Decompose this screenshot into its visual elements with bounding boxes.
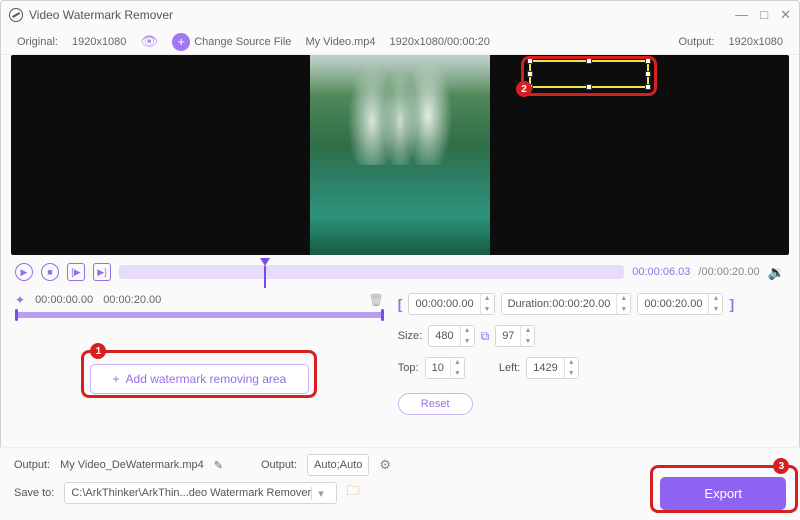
minimize-button[interactable]: —	[735, 7, 748, 23]
output-name-label: Output:	[14, 459, 50, 471]
timeline-scrubber[interactable]	[119, 265, 624, 279]
top-label: Top:	[398, 362, 419, 374]
original-resolution: 1920x1080	[72, 36, 126, 48]
plus-icon: +	[113, 372, 120, 386]
source-filename: My Video.mp4	[305, 36, 375, 48]
info-bar: Original: 1920x1080 👁 + Change Source Fi…	[1, 29, 799, 55]
range-end-input[interactable]: 00:00:20.00▲▼	[637, 293, 723, 315]
region-panel: [ 00:00:00.00▲▼ Duration:00:00:20.00▲▼ 0…	[398, 293, 785, 415]
export-button[interactable]: Export	[660, 477, 786, 510]
height-input[interactable]: 97▲▼	[495, 325, 535, 347]
original-label: Original:	[17, 36, 58, 48]
range-start-input[interactable]: 00:00:00.00▲▼	[408, 293, 494, 315]
change-source-label: Change Source File	[194, 36, 291, 48]
output-format-label: Output:	[261, 459, 297, 471]
titlebar: Video Watermark Remover — □ ✕	[1, 1, 799, 29]
maximize-button[interactable]: □	[760, 7, 768, 23]
left-input[interactable]: 1429▲▼	[526, 357, 578, 379]
add-area-label: Add watermark removing area	[126, 372, 287, 386]
play-button[interactable]: ▶	[15, 263, 33, 281]
save-to-label: Save to:	[14, 487, 54, 499]
transport-bar: ▶ ■ [▶ ▶] 00:00:06.03 /00:00:20.00 🔉	[1, 255, 799, 289]
source-info: 1920x1080/00:00:20	[390, 36, 490, 48]
wand-icon[interactable]: ✦	[15, 293, 25, 307]
range-end-bracket-icon[interactable]: ]	[729, 296, 734, 312]
segment-end: 00:00:20.00	[103, 294, 161, 306]
duration-input[interactable]: Duration:00:00:20.00▲▼	[501, 293, 632, 315]
add-watermark-area-button[interactable]: + Add watermark removing area	[90, 364, 310, 394]
chevron-down-icon[interactable]: ▾	[311, 487, 330, 500]
output-label: Output:	[678, 36, 714, 48]
bottom-bar: Output: My Video_DeWatermark.mp4 ✎ Outpu…	[0, 447, 800, 520]
stop-button[interactable]: ■	[41, 263, 59, 281]
save-path-value: C:\ArkThinker\ArkThin...deo Watermark Re…	[71, 487, 311, 499]
video-preview[interactable]: 2	[11, 55, 789, 255]
close-button[interactable]: ✕	[780, 7, 791, 23]
link-aspect-icon[interactable]: ⧉	[481, 329, 490, 344]
open-folder-icon[interactable]: 🗀	[347, 482, 360, 504]
plus-icon: +	[172, 33, 190, 51]
visibility-toggle-icon[interactable]: 👁	[140, 33, 158, 50]
segment-start: 00:00:00.00	[35, 294, 93, 306]
watermark-selection-box[interactable]	[529, 60, 649, 88]
change-source-button[interactable]: + Change Source File	[172, 33, 291, 51]
delete-segment-icon[interactable]: 🗑	[369, 293, 384, 307]
edit-output-name-icon[interactable]: ✎	[214, 459, 223, 472]
segment-range-bar[interactable]	[15, 312, 384, 318]
range-start-bracket-icon[interactable]: [	[398, 296, 403, 312]
volume-icon[interactable]: 🔉	[768, 264, 785, 281]
app-icon	[9, 8, 23, 22]
reset-button[interactable]: Reset	[398, 393, 473, 415]
playhead-icon[interactable]	[260, 258, 270, 266]
save-path-dropdown[interactable]: C:\ArkThinker\ArkThin...deo Watermark Re…	[64, 482, 336, 504]
segment-panel: ✦ 00:00:00.00 00:00:20.00 🗑 1 + Add wate…	[15, 293, 384, 415]
callout-badge-1: 1	[90, 343, 106, 359]
app-title: Video Watermark Remover	[29, 8, 173, 22]
time-duration: /00:00:20.00	[698, 266, 759, 278]
width-input[interactable]: 480▲▼	[428, 325, 474, 347]
video-thumbnail	[310, 55, 490, 255]
time-current: 00:00:06.03	[632, 266, 690, 278]
output-format-value: Auto;Auto	[307, 454, 369, 476]
step-next-button[interactable]: ▶]	[93, 263, 111, 281]
output-settings-icon[interactable]: ⚙	[379, 457, 391, 473]
left-label: Left:	[499, 362, 520, 374]
size-label: Size:	[398, 330, 422, 342]
step-prev-button[interactable]: [▶	[67, 263, 85, 281]
output-filename: My Video_DeWatermark.mp4	[60, 459, 204, 471]
top-input[interactable]: 10▲▼	[425, 357, 465, 379]
output-resolution: 1920x1080	[729, 36, 783, 48]
window-controls: — □ ✕	[735, 7, 791, 23]
